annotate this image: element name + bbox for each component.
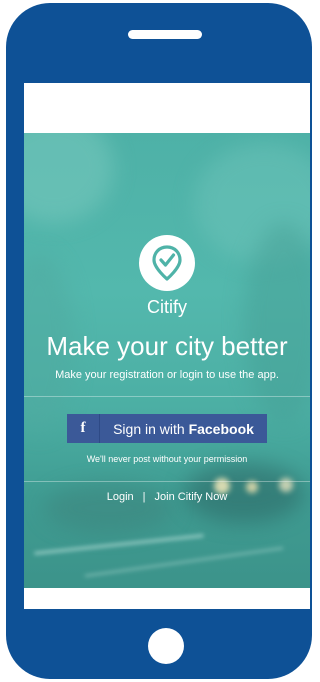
facebook-label-brand: Facebook [188, 420, 254, 437]
headline: Make your city better [46, 331, 288, 361]
divider [24, 481, 310, 482]
phone-home-button[interactable] [148, 628, 184, 664]
location-pin-check-icon [152, 245, 182, 281]
subline: Make your registration or login to use t… [55, 369, 279, 381]
facebook-label-prefix: Sign in with [113, 420, 185, 437]
facebook-sign-in-button[interactable]: f Sign in with Facebook [67, 414, 267, 443]
divider [24, 396, 310, 397]
login-link[interactable]: Login [107, 491, 134, 503]
app-logo [139, 235, 195, 291]
facebook-button-label: Sign in with Facebook [100, 421, 267, 437]
privacy-note: We'll never post without your permission [86, 454, 248, 464]
join-link[interactable]: Join Citify Now [155, 491, 228, 503]
phone-frame: Citify Make your city better Make your r… [6, 3, 312, 679]
app-name: Citify [147, 297, 187, 317]
auth-links: Login | Join Citify Now [24, 491, 310, 503]
link-separator: | [142, 491, 146, 503]
app-screen: Citify Make your city better Make your r… [24, 83, 310, 609]
facebook-icon: f [67, 414, 100, 443]
hero-background: Citify Make your city better Make your r… [24, 133, 310, 588]
phone-speaker [128, 30, 202, 39]
